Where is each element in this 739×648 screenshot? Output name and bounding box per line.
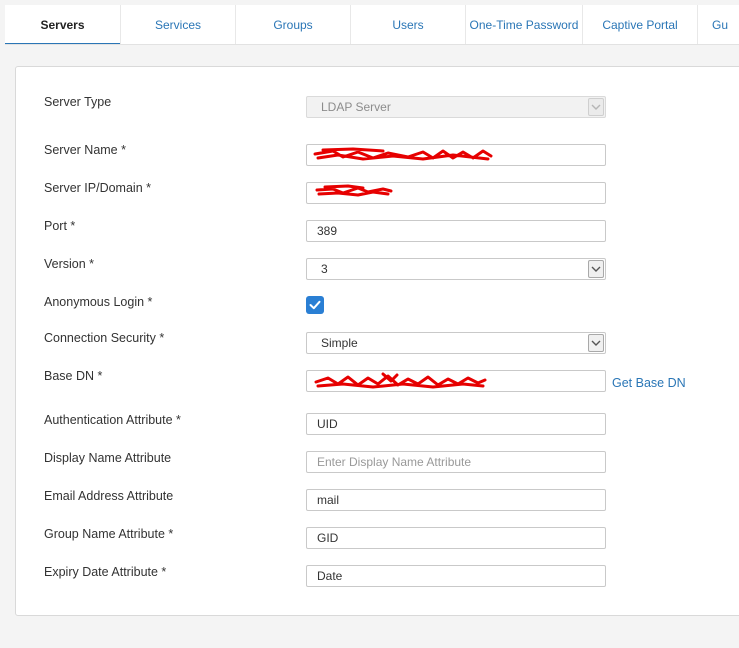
port-label: Port * <box>44 219 76 233</box>
version-value: 3 <box>321 262 328 276</box>
server-ip-input[interactable] <box>306 182 606 204</box>
tab-bar: Servers Services Groups Users One-Time P… <box>5 5 739 45</box>
version-dropdown-button[interactable] <box>588 260 604 278</box>
connection-security-select[interactable]: Simple <box>306 332 606 354</box>
expiry-date-attribute-label: Expiry Date Attribute * <box>44 565 167 579</box>
display-name-attribute-placeholder: Enter Display Name Attribute <box>317 455 472 469</box>
port-value: 389 <box>317 224 338 238</box>
tab-users[interactable]: Users <box>351 5 466 44</box>
email-attribute-label: Email Address Attribute <box>44 489 174 503</box>
connection-security-label: Connection Security * <box>44 331 165 345</box>
redaction-scribble-server-name <box>313 147 493 161</box>
email-attribute-value: mail <box>317 493 340 507</box>
anonymous-login-label: Anonymous Login * <box>44 295 153 309</box>
version-select[interactable]: 3 <box>306 258 606 280</box>
group-name-attribute-value: GID <box>317 531 339 545</box>
port-input[interactable]: 389 <box>306 220 606 242</box>
tab-services[interactable]: Services <box>121 5 236 44</box>
server-ip-label: Server IP/Domain * <box>44 181 151 195</box>
expiry-date-attribute-value: Date <box>317 569 343 583</box>
chevron-down-icon <box>591 340 601 346</box>
display-name-attribute-label: Display Name Attribute <box>44 451 172 465</box>
base-dn-input[interactable] <box>306 370 606 392</box>
chevron-down-icon <box>591 266 601 272</box>
tab-captive-portal[interactable]: Captive Portal <box>583 5 698 44</box>
server-type-label: Server Type <box>44 95 112 109</box>
display-name-attribute-input[interactable]: Enter Display Name Attribute <box>306 451 606 473</box>
connection-security-value: Simple <box>321 336 358 350</box>
server-name-label: Server Name * <box>44 143 126 157</box>
version-label: Version * <box>44 257 95 271</box>
group-name-attribute-label: Group Name Attribute * <box>44 527 174 541</box>
group-name-attribute-input[interactable]: GID <box>306 527 606 549</box>
expiry-date-attribute-input[interactable]: Date <box>306 565 606 587</box>
tab-guest[interactable]: Gu <box>698 5 738 44</box>
server-type-dropdown-button <box>588 98 604 116</box>
connection-security-dropdown-button[interactable] <box>588 334 604 352</box>
redaction-scribble-server-ip <box>315 184 393 197</box>
auth-attribute-input[interactable]: UID <box>306 413 606 435</box>
tab-one-time-password[interactable]: One-Time Password <box>466 5 583 44</box>
anonymous-login-checkbox[interactable] <box>306 296 324 314</box>
get-base-dn-link[interactable]: Get Base DN <box>612 376 686 390</box>
redaction-scribble-base-dn <box>314 372 487 389</box>
auth-attribute-value: UID <box>317 417 338 431</box>
email-attribute-input[interactable]: mail <box>306 489 606 511</box>
server-form-panel: Server Type LDAP Server Server Name * Se… <box>15 66 739 616</box>
server-type-value: LDAP Server <box>321 100 391 114</box>
chevron-down-icon <box>591 104 601 110</box>
checkmark-icon <box>309 300 321 310</box>
tab-groups[interactable]: Groups <box>236 5 351 44</box>
tab-servers[interactable]: Servers <box>5 5 121 44</box>
server-type-select: LDAP Server <box>306 96 606 118</box>
base-dn-label: Base DN * <box>44 369 103 383</box>
auth-attribute-label: Authentication Attribute * <box>44 413 181 427</box>
server-name-input[interactable] <box>306 144 606 166</box>
